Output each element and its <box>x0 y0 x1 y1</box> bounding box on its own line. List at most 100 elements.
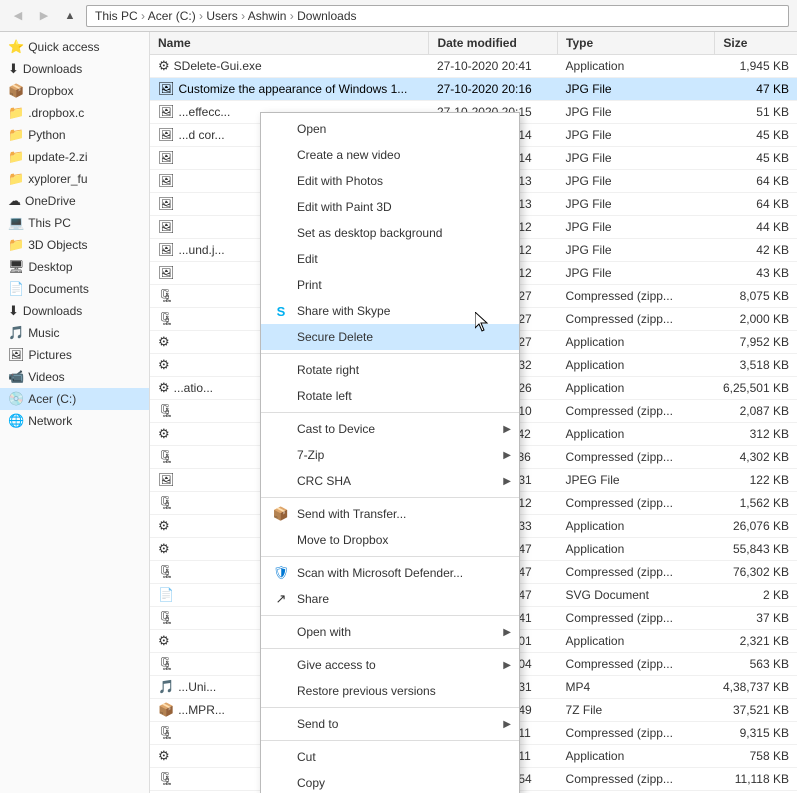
sidebar-icon-music: 🎵 <box>8 325 24 341</box>
table-row[interactable]: 🖼 Customize the appearance of Windows 1.… <box>150 78 797 101</box>
context-menu-separator <box>261 412 519 413</box>
file-name: ...und.j... <box>179 243 225 257</box>
context-menu-item-edit-paint3d[interactable]: Edit with Paint 3D <box>261 194 519 220</box>
file-size: 51 KB <box>715 101 797 124</box>
sidebar-item-videos[interactable]: 📹Videos <box>0 366 149 388</box>
column-size[interactable]: Size <box>715 32 797 55</box>
file-icon: 🗜 <box>158 403 175 419</box>
forward-button[interactable]: ▶ <box>34 6 54 26</box>
menu-icon <box>273 532 289 548</box>
context-menu-item-cut[interactable]: Cut <box>261 744 519 770</box>
file-size: 55,843 KB <box>715 538 797 561</box>
breadcrumb-thispc[interactable]: This PC <box>95 9 138 23</box>
context-menu-item-rotate-left[interactable]: Rotate left <box>261 383 519 409</box>
context-menu-item-7zip[interactable]: 7-Zip ▶ <box>261 442 519 468</box>
sidebar-label-this-pc: This PC <box>28 216 71 230</box>
sidebar-item-documents[interactable]: 📄Documents <box>0 278 149 300</box>
context-menu-item-share[interactable]: ↗ Share <box>261 586 519 612</box>
sidebar-item-onedrive[interactable]: ☁OneDrive <box>0 190 149 212</box>
file-type: Application <box>558 377 715 400</box>
context-menu-item-move-dropbox[interactable]: Move to Dropbox <box>261 527 519 553</box>
context-menu-item-send-transfer[interactable]: 📦 Send with Transfer... <box>261 501 519 527</box>
context-menu-item-scan-defender[interactable]: 🛡 Scan with Microsoft Defender... <box>261 560 519 586</box>
file-size: 7,952 KB <box>715 331 797 354</box>
address-bar[interactable]: This PC › Acer (C:) › Users › Ashwin › D… <box>86 5 789 27</box>
sidebar-item-music[interactable]: 🎵Music <box>0 322 149 344</box>
sidebar-label-acer-c: Acer (C:) <box>28 392 76 406</box>
sidebar-label-pictures: Pictures <box>29 348 72 362</box>
sidebar-label-desktop: Desktop <box>29 260 73 274</box>
context-menu-item-restore-versions[interactable]: Restore previous versions <box>261 678 519 704</box>
breadcrumb-downloads[interactable]: Downloads <box>297 9 356 23</box>
context-menu-item-rotate-right[interactable]: Rotate right <box>261 357 519 383</box>
breadcrumb-drive[interactable]: Acer (C:) <box>148 9 196 23</box>
column-date[interactable]: Date modified <box>429 32 558 55</box>
file-size: 45 KB <box>715 147 797 170</box>
context-menu-label: Set as desktop background <box>297 226 442 240</box>
context-menu-item-set-desktop-bg[interactable]: Set as desktop background <box>261 220 519 246</box>
file-size: 2 KB <box>715 584 797 607</box>
context-menu-item-cast-to-device[interactable]: Cast to Device ▶ <box>261 416 519 442</box>
context-menu-item-create-new-video[interactable]: Create a new video <box>261 142 519 168</box>
file-icon: ⚙ <box>158 541 170 557</box>
sidebar-item-dropbox[interactable]: 📦Dropbox <box>0 80 149 102</box>
file-size: 4,38,737 KB <box>715 676 797 699</box>
context-menu-item-secure-delete[interactable]: Secure Delete <box>261 324 519 350</box>
sidebar-item-quick-access[interactable]: ⭐Quick access <box>0 36 149 58</box>
dropbox-icon: 📦 <box>273 506 289 522</box>
file-type: Compressed (zipp... <box>558 446 715 469</box>
submenu-arrow-icon: ▶ <box>503 627 511 638</box>
sidebar-item-this-pc[interactable]: 💻 This PC <box>0 212 149 234</box>
sidebar-icon-network: 🌐 <box>8 413 24 429</box>
sidebar-icon-this-pc: 💻 <box>8 215 24 231</box>
context-menu-separator <box>261 615 519 616</box>
context-menu-item-crc-sha[interactable]: CRC SHA ▶ <box>261 468 519 494</box>
sidebar-icon-update: 📁 <box>8 149 24 165</box>
context-menu-item-open[interactable]: Open <box>261 116 519 142</box>
sidebar-item-acer-c[interactable]: 💿Acer (C:) <box>0 388 149 410</box>
context-menu-item-copy[interactable]: Copy <box>261 770 519 793</box>
sidebar-item-pictures[interactable]: 🖼 Pictures <box>0 344 149 366</box>
sidebar-item-python[interactable]: 📁Python <box>0 124 149 146</box>
file-type: JPG File <box>558 262 715 285</box>
context-menu-item-open-with[interactable]: Open with ▶ <box>261 619 519 645</box>
context-menu-item-send-to[interactable]: Send to ▶ <box>261 711 519 737</box>
column-type[interactable]: Type <box>558 32 715 55</box>
menu-icon <box>273 624 289 640</box>
sidebar-item-network[interactable]: 🌐Network <box>0 410 149 432</box>
table-row[interactable]: ⚙ SDelete-Gui.exe 27-10-2020 20:41 Appli… <box>150 55 797 78</box>
file-icon: ⚙ <box>158 58 170 74</box>
breadcrumb-user[interactable]: Ashwin <box>248 9 287 23</box>
file-list-area[interactable]: Name Date modified Type Size ⚙ SDelete-G… <box>150 32 797 793</box>
breadcrumb-users[interactable]: Users <box>206 9 237 23</box>
context-menu-item-edit[interactable]: Edit <box>261 246 519 272</box>
file-icon: 📄 <box>158 587 174 603</box>
sidebar-item-downloads[interactable]: ⬇Downloads <box>0 58 149 80</box>
context-menu-item-share-skype[interactable]: S Share with Skype <box>261 298 519 324</box>
context-menu-label: Print <box>297 278 322 292</box>
file-icon: 🖼 <box>158 173 175 189</box>
menu-icon <box>273 199 289 215</box>
context-menu-item-print[interactable]: Print <box>261 272 519 298</box>
column-name[interactable]: Name <box>150 32 429 55</box>
sidebar-item-dropbox-c[interactable]: 📁.dropbox.c <box>0 102 149 124</box>
sidebar-item-xyplorer[interactable]: 📁xyplorer_fu <box>0 168 149 190</box>
sidebar-item-3d-objects[interactable]: 📁3D Objects <box>0 234 149 256</box>
file-icon: 🗜 <box>158 656 175 672</box>
sidebar-icon-dropbox-c: 📁 <box>8 105 24 121</box>
context-menu-label: Share with Skype <box>297 304 390 318</box>
up-button[interactable]: ▲ <box>60 6 80 26</box>
file-icon: 🗜 <box>158 311 175 327</box>
back-button[interactable]: ◀ <box>8 6 28 26</box>
file-size: 2,087 KB <box>715 400 797 423</box>
context-menu-item-edit-photos[interactable]: Edit with Photos <box>261 168 519 194</box>
file-icon: ⚙ <box>158 426 170 442</box>
menu-icon <box>273 657 289 673</box>
file-icon: 🗜 <box>158 610 175 626</box>
context-menu-item-give-access[interactable]: Give access to ▶ <box>261 652 519 678</box>
sidebar-item-update[interactable]: 📁update-2.zi <box>0 146 149 168</box>
file-type: 7Z File <box>558 699 715 722</box>
sidebar-item-desktop[interactable]: 🖥Desktop <box>0 256 149 278</box>
sidebar-icon-pictures: 🖼 <box>8 347 25 363</box>
sidebar-item-downloads2[interactable]: ⬇Downloads <box>0 300 149 322</box>
